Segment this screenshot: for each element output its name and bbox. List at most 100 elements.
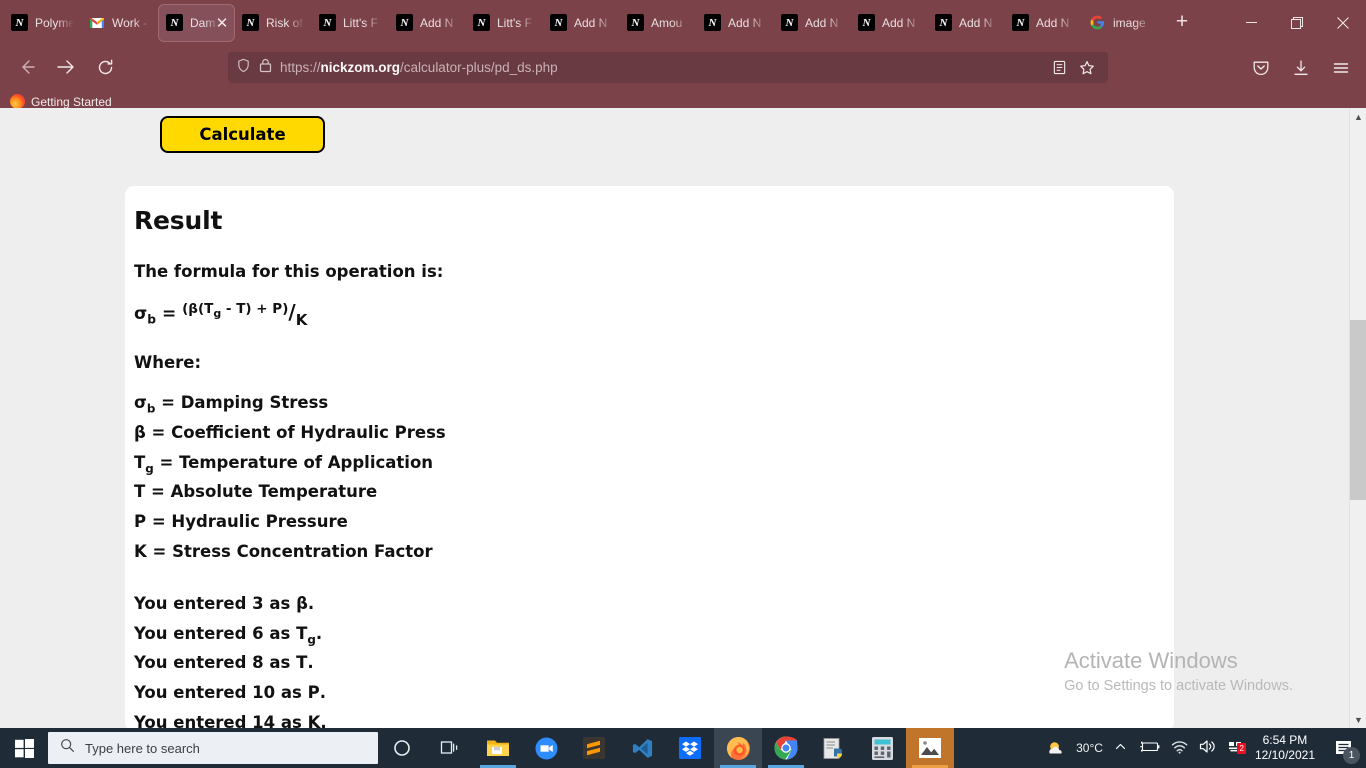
definition-item: Tg = Temperature of Application [134, 451, 1174, 481]
close-tab-icon[interactable]: ✕ [214, 15, 230, 32]
taskbar-app-sublime-text[interactable] [570, 728, 618, 768]
tab-title: Add N [420, 15, 454, 30]
chevron-up-icon[interactable] [1114, 740, 1127, 756]
formula-denominator: K [295, 311, 308, 329]
entered-prefix: You entered [134, 653, 253, 673]
definitions-list: σb = Damping Stress β = Coefficient of H… [134, 391, 1174, 570]
search-placeholder-text: Type here to search [85, 740, 200, 756]
taskbar-app-calculator[interactable] [858, 728, 906, 768]
task-view-icon[interactable] [426, 728, 474, 768]
weather-icon[interactable] [1046, 739, 1065, 758]
bookmark-getting-started[interactable]: Getting Started [31, 95, 112, 109]
definition-text: = Hydraulic Pressure [146, 512, 348, 532]
browser-tab-13[interactable]: N Add N [1005, 4, 1082, 42]
window-controls [1228, 0, 1366, 45]
browser-tab-8[interactable]: N Amou [620, 4, 697, 42]
shield-icon[interactable] [236, 58, 251, 78]
tab-title: Amou [651, 15, 683, 30]
navigation-toolbar: https://nickzom.org/calculator-plus/pd_d… [0, 45, 1366, 89]
ime-icon[interactable]: 2 [1228, 741, 1246, 756]
definition-item: σb = Damping Stress [134, 391, 1174, 421]
forward-button[interactable] [48, 50, 82, 84]
browser-tab-1[interactable]: Work - [81, 4, 158, 42]
nickzom-icon: N [781, 14, 798, 31]
entered-value: 3 [252, 593, 264, 613]
entered-value-item: You entered 6 as Tg. [134, 622, 1174, 652]
entered-suffix: . [307, 653, 314, 673]
taskbar-app-google-chrome[interactable] [762, 728, 810, 768]
maximize-button[interactable] [1274, 0, 1320, 45]
tab-title: image [1113, 15, 1146, 30]
scrollbar-thumb[interactable] [1350, 320, 1366, 500]
reader-view-icon[interactable] [1046, 55, 1072, 81]
tab-strip: N Polyme Work - N Dam ✕ N Risk of N Litt… [0, 0, 1366, 45]
browser-tab-7[interactable]: N Add N [543, 4, 620, 42]
lock-icon[interactable] [259, 58, 272, 78]
scroll-down-arrow-icon[interactable]: ▼ [1350, 711, 1366, 728]
browser-tab-4[interactable]: N Litt's F [312, 4, 389, 42]
close-window-button[interactable] [1320, 0, 1366, 45]
taskbar-app-visual-studio-code[interactable] [618, 728, 666, 768]
entered-symbol: β [296, 593, 308, 613]
entered-mid: as [263, 593, 297, 613]
tab-title: Risk of [266, 15, 303, 30]
taskbar-app-firefox[interactable] [714, 728, 762, 768]
bookmark-star-icon[interactable] [1074, 55, 1100, 81]
tab-title: Polyme [35, 15, 74, 30]
taskbar-app-file-explorer[interactable] [474, 728, 522, 768]
taskbar-app-photos[interactable] [906, 728, 954, 768]
taskbar-app-dropbox[interactable] [666, 728, 714, 768]
formula-numerator: (β(T [182, 301, 214, 317]
notification-center-button[interactable]: 1 [1326, 728, 1362, 768]
formula-expression: σb = (β(Tg - T) + P)/K [134, 300, 1174, 329]
speaker-icon[interactable] [1199, 739, 1217, 757]
nickzom-icon: N [473, 14, 490, 31]
where-label: Where: [134, 353, 202, 372]
pocket-save-icon[interactable] [1244, 51, 1278, 85]
browser-tab-12[interactable]: N Add N [928, 4, 1005, 42]
browser-tab-5[interactable]: N Add N [389, 4, 466, 42]
browser-tab-0[interactable]: N Polyme [4, 4, 81, 42]
cortana-icon[interactable] [378, 728, 426, 768]
back-button[interactable] [10, 50, 44, 84]
browser-tab-3[interactable]: N Risk of [235, 4, 312, 42]
entered-mid: as [263, 653, 297, 673]
app-menu-icon[interactable] [1324, 51, 1358, 85]
address-bar[interactable]: https://nickzom.org/calculator-plus/pd_d… [228, 52, 1108, 83]
taskbar-app-python-idle[interactable] [810, 728, 858, 768]
browser-tab-14[interactable]: image [1082, 4, 1159, 42]
wifi-icon[interactable] [1171, 740, 1188, 757]
minimize-button[interactable] [1228, 0, 1274, 45]
browser-tab-9[interactable]: N Add N [697, 4, 774, 42]
taskbar-search-box[interactable]: Type here to search [48, 732, 378, 764]
taskbar-app-zoom[interactable] [522, 728, 570, 768]
weather-temperature[interactable]: 30°C [1076, 741, 1103, 755]
formula-lhs-sub: b [147, 312, 157, 327]
definition-item: β = Coefficient of Hydraulic Press [134, 421, 1174, 451]
nickzom-icon: N [627, 14, 644, 31]
battery-icon[interactable] [1138, 740, 1160, 756]
definition-item: T = Absolute Temperature [134, 480, 1174, 510]
entered-symbol: P [307, 683, 320, 703]
taskbar-clock[interactable]: 6:54 PM 12/10/2021 [1255, 733, 1315, 763]
browser-tab-10[interactable]: N Add N [774, 4, 851, 42]
nickzom-icon: N [11, 14, 28, 31]
definition-text: = Coefficient of Hydraulic Press [145, 422, 446, 442]
definition-item: P = Hydraulic Pressure [134, 510, 1174, 540]
scroll-up-arrow-icon[interactable]: ▲ [1350, 108, 1366, 125]
browser-tab-2-active[interactable]: N Dam ✕ [158, 3, 235, 42]
clock-date: 12/10/2021 [1254, 748, 1315, 762]
definition-item: K = Stress Concentration Factor [134, 540, 1174, 570]
start-button[interactable] [0, 728, 48, 768]
entered-suffix: . [320, 712, 327, 728]
calculate-button[interactable]: Calculate [160, 116, 325, 153]
new-tab-button[interactable]: + [1165, 6, 1199, 40]
browser-tab-6[interactable]: N Litt's F [466, 4, 543, 42]
entered-symbol: T [296, 623, 308, 643]
reload-button[interactable] [88, 50, 122, 84]
notification-count-badge: 1 [1343, 747, 1360, 764]
firefox-icon [10, 94, 25, 109]
browser-tab-11[interactable]: N Add N [851, 4, 928, 42]
page-scrollbar[interactable]: ▲ ▼ [1349, 108, 1366, 728]
downloads-icon[interactable] [1284, 51, 1318, 85]
